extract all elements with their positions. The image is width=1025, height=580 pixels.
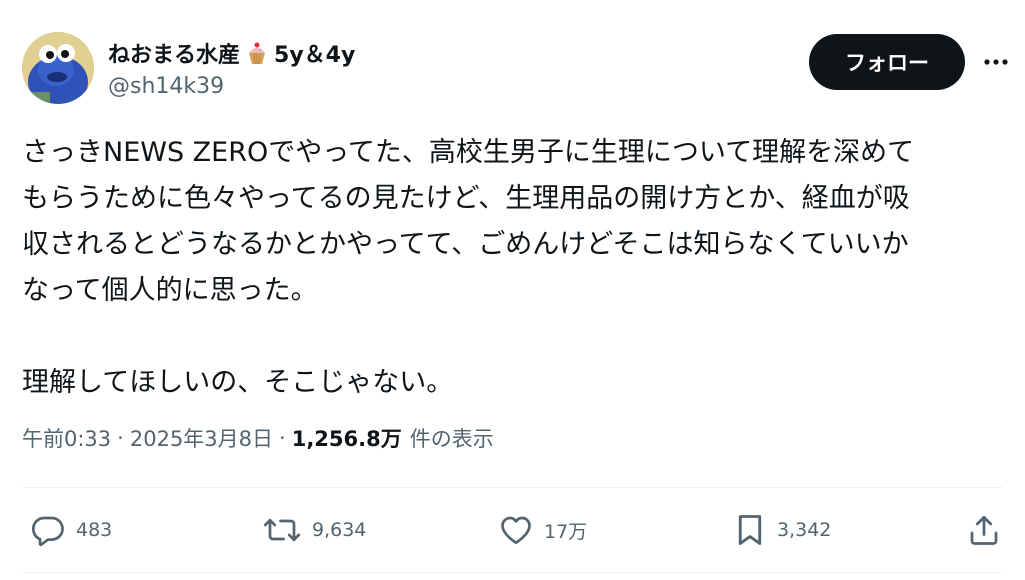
tweet-card: ねおまる水産 5y＆4y @sh14k39 フォロー さっきNEWS ZEROで… — [0, 0, 1025, 580]
share-button[interactable] — [966, 505, 1002, 555]
bookmark-count: 3,342 — [777, 519, 832, 541]
action-bar: 483 9,634 17万 3,342 — [0, 505, 1025, 555]
share-icon — [970, 515, 998, 545]
display-name-suffix[interactable]: 5y＆4y — [274, 37, 355, 69]
heart-icon — [501, 516, 531, 545]
more-options-icon[interactable] — [976, 48, 1016, 76]
views-label: 件の表示 — [409, 427, 494, 451]
tweet-line: 収されるとどうなるかとかやってて、ごめんけどそこは知らなくていいか — [22, 229, 909, 260]
retweet-count: 9,634 — [312, 519, 367, 541]
divider — [22, 487, 1003, 488]
like-button[interactable]: 17万 — [498, 505, 587, 555]
bookmark-icon — [738, 515, 762, 545]
tweet-meta: 午前0:33 · 2025年3月8日 · 1,256.8万 件の表示 — [22, 420, 494, 456]
tweet-text: さっきNEWS ZEROでやってた、高校生男子に生理について理解を深めて もらう… — [22, 130, 1007, 406]
views-count: 1,256.8万 — [291, 427, 402, 451]
separator-dot: · — [279, 426, 286, 450]
separator-dot: · — [117, 426, 124, 450]
follow-button[interactable]: フォロー — [809, 34, 965, 90]
like-count: 17万 — [544, 520, 588, 543]
avatar-image — [22, 32, 94, 104]
tweet-line: もらうために色々やってるの見たけど、生理用品の開け方とか、経血が吸 — [22, 183, 910, 214]
display-name[interactable]: ねおまる水産 — [108, 37, 240, 69]
reply-count: 483 — [76, 519, 113, 541]
reply-button[interactable]: 483 — [30, 505, 112, 555]
bookmark-button[interactable]: 3,342 — [733, 505, 831, 555]
tweet-time[interactable]: 午前0:33 — [22, 423, 111, 453]
retweet-button[interactable]: 9,634 — [262, 505, 366, 555]
cupcake-emoji-icon — [244, 40, 270, 66]
tweet-line: なって個人的に思った。 — [22, 275, 318, 306]
reply-icon — [31, 516, 64, 547]
tweet-line: さっきNEWS ZEROでやってた、高校生男子に生理について理解を深めて — [22, 137, 915, 168]
tweet-line: 理解してほしいの、そこじゃない。 — [22, 367, 454, 398]
avatar[interactable] — [22, 32, 94, 104]
retweet-icon — [263, 518, 301, 542]
divider — [22, 572, 1003, 573]
user-handle[interactable]: @sh14k39 — [108, 74, 224, 99]
name-row: ねおまる水産 5y＆4y — [108, 36, 355, 70]
tweet-date[interactable]: 2025年3月8日 — [130, 423, 273, 453]
